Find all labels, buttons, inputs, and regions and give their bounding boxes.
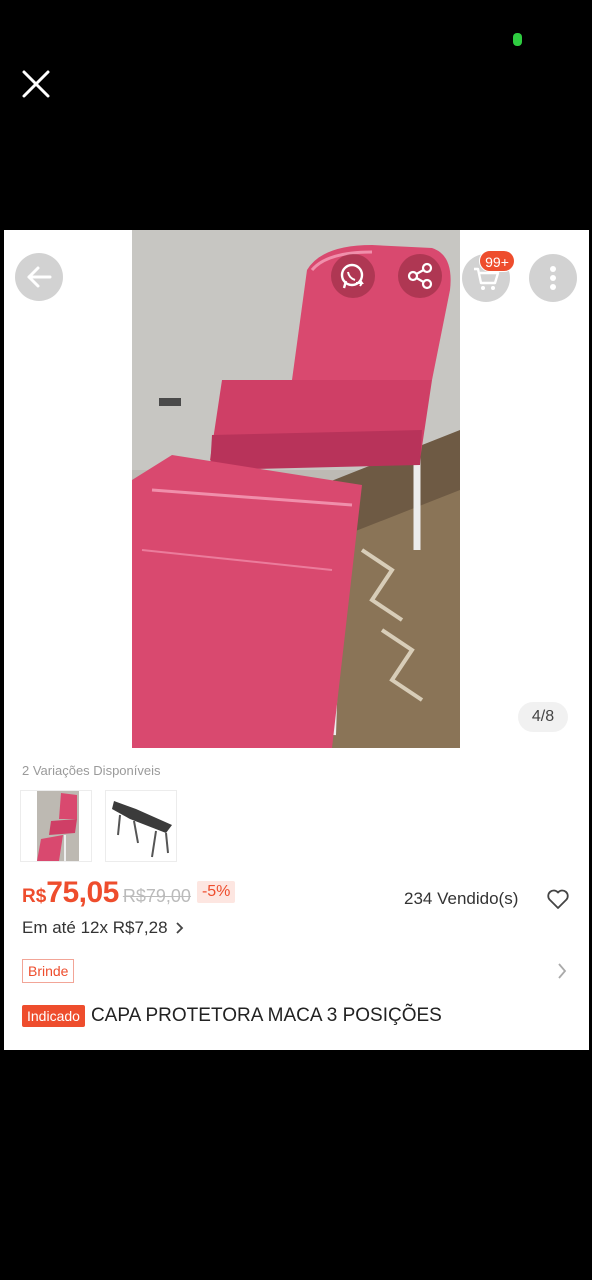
- more-options-button[interactable]: [529, 254, 577, 302]
- brinde-chevron[interactable]: [555, 960, 569, 982]
- brinde-tag[interactable]: Brinde: [22, 959, 75, 983]
- price-currency: R$: [22, 886, 47, 907]
- back-arrow-icon: [27, 266, 52, 288]
- chevron-right-icon: [175, 922, 183, 934]
- product-image: [132, 230, 460, 748]
- variant-option-black[interactable]: [105, 790, 177, 862]
- close-button[interactable]: [20, 68, 54, 102]
- discount-badge: -5%: [196, 881, 236, 903]
- product-photo[interactable]: [132, 230, 460, 748]
- product-card: 99+ 4/8 2 Variações Disponíveis R$ 75,05…: [4, 230, 589, 1050]
- heart-icon: [547, 889, 569, 909]
- image-counter: 4/8: [518, 702, 568, 732]
- indicado-badge: Indicado: [22, 1005, 85, 1027]
- share-icon: [407, 262, 433, 290]
- installments-link[interactable]: Em até 12x R$7,28: [22, 918, 186, 938]
- share-button[interactable]: [398, 254, 442, 298]
- status-indicator: [513, 33, 522, 46]
- chevron-right-icon: [558, 963, 567, 979]
- variations-label: 2 Variações Disponíveis: [22, 763, 161, 778]
- cart-count-badge: 99+: [479, 250, 515, 272]
- whatsapp-share-button[interactable]: [331, 254, 375, 298]
- installments-text: Em até 12x R$7,28: [22, 918, 168, 937]
- favorite-button[interactable]: [546, 887, 570, 911]
- price-row: R$ 75,05 R$79,00 -5%: [22, 876, 236, 912]
- variant-thumbnail: [21, 791, 91, 861]
- whatsapp-icon: [340, 263, 364, 289]
- product-title-row: Indicado CAPA PROTETORA MACA 3 POSIÇÕES: [22, 1005, 442, 1027]
- price-value: 75,05: [46, 876, 119, 909]
- product-title: CAPA PROTETORA MACA 3 POSIÇÕES: [90, 1005, 442, 1026]
- variant-thumbnail: [106, 791, 176, 861]
- sold-count: 234 Vendido(s): [404, 889, 519, 908]
- variant-option-pink[interactable]: [20, 790, 92, 862]
- back-button[interactable]: [15, 253, 63, 301]
- more-vertical-icon: [550, 266, 556, 290]
- close-icon: [22, 70, 50, 98]
- original-price: R$79,00: [122, 886, 191, 906]
